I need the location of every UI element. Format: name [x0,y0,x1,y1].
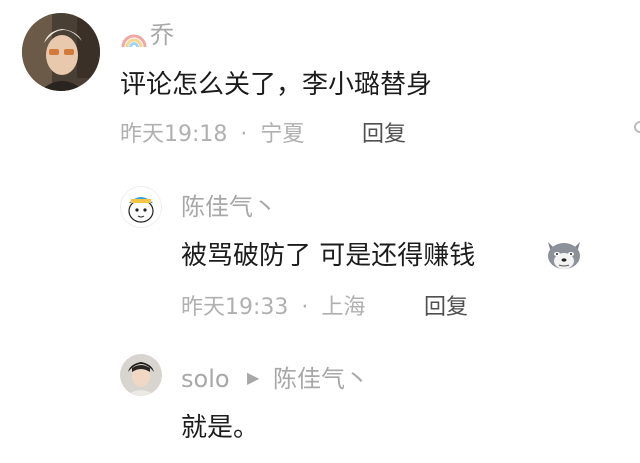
comment-time: 昨天19:18 [120,122,228,147]
meta-separator: · [301,295,309,320]
user-avatar-image [121,187,161,227]
reply-button[interactable]: 回复 [424,297,468,319]
meta-separator: · [240,122,248,147]
comment-text: 就是。 [181,413,260,443]
reply-to-username[interactable]: 陈佳气丶 [273,367,369,391]
comment-location: 上海 [321,295,366,320]
comment-text: 被骂破防了 可是还得赚钱 [181,241,476,271]
reply-arrow-icon: ▶ [247,368,260,387]
user-avatar-image [120,354,162,396]
avatar[interactable] [22,13,100,91]
doge-wolf-emoji [544,236,584,272]
avatar[interactable] [120,354,162,396]
scroll-indicator[interactable] [634,121,640,133]
comment-username[interactable]: solo [181,367,230,391]
comment-text: 评论怎么关了，李小璐替身 [120,70,433,100]
reply-button[interactable]: 回复 [362,124,406,146]
comment-meta: 昨天19:18 · 宁夏 [120,124,304,146]
comment-meta: 昨天19:33 · 上海 [181,297,365,319]
comment-username[interactable]: 乔 [150,23,174,47]
rainbow-icon [120,23,148,49]
comment-username[interactable]: 陈佳气丶 [181,195,277,219]
comment-location: 宁夏 [260,122,305,147]
comment-time: 昨天19:33 [181,295,289,320]
avatar[interactable] [120,186,162,228]
user-avatar-image [22,13,100,91]
